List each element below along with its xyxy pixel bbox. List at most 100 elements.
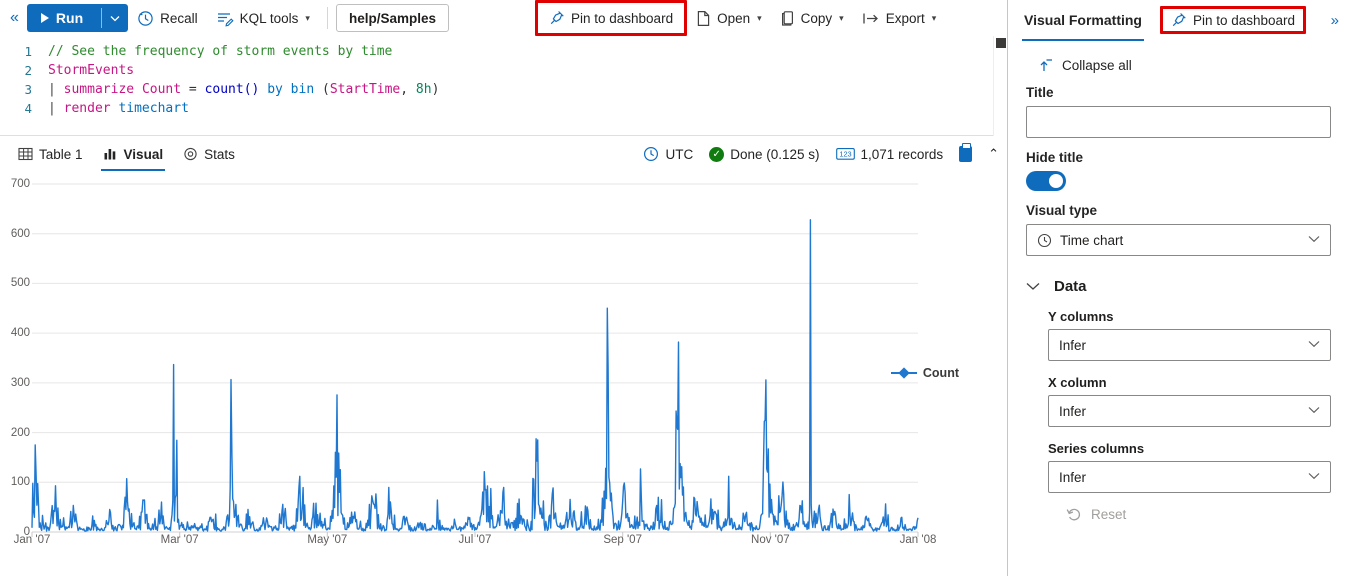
tab-table-1-label: Table 1 (39, 146, 83, 162)
collapse-left-icon[interactable]: « (6, 10, 25, 26)
x-column-select[interactable]: Infer (1048, 395, 1331, 427)
kql-tools-chevron-down-icon: ▾ (305, 12, 310, 23)
copy-chevron-down-icon: ▾ (839, 12, 844, 23)
toolbar-divider-1 (326, 7, 328, 29)
token-summarize: summarize (63, 82, 135, 97)
clipboard-icon[interactable] (959, 143, 973, 162)
recall-button[interactable]: Recall (128, 4, 207, 32)
play-icon (40, 13, 49, 23)
copy-icon (780, 10, 795, 27)
y-axis-tick-label: 300 (10, 376, 30, 389)
panel-body: Collapse all Title Hide title Visual typ… (1008, 40, 1349, 576)
chevron-down-icon (1308, 471, 1320, 483)
donut-chart-icon (183, 147, 198, 161)
panel-header: Visual Formatting Pin to dashboard » (1008, 0, 1349, 41)
line-number: 3 (24, 82, 32, 97)
x-column-label: X column (1048, 375, 1107, 390)
export-button[interactable]: Export ▾ (853, 4, 946, 32)
pin-to-dashboard-highlight: Pin to dashboard (535, 0, 688, 36)
code-line-4: | render timechart (48, 99, 1007, 118)
open-button[interactable]: Open ▾ (687, 4, 771, 32)
expand-panel-icon[interactable]: » (1331, 12, 1339, 29)
collapse-all-button[interactable]: Collapse all (1036, 58, 1331, 73)
record-count-label: 1,071 records (860, 146, 944, 162)
run-button[interactable]: Run (26, 4, 129, 32)
y-columns-select[interactable]: Infer (1048, 329, 1331, 361)
hide-title-label: Hide title (1026, 150, 1084, 165)
title-field-label: Title (1026, 85, 1054, 100)
number-badge-icon: 123 (835, 147, 855, 161)
token-bin-size: 8h (415, 82, 432, 97)
chevron-up-icon[interactable]: ⌃ (988, 146, 999, 162)
open-chevron-down-icon: ▾ (757, 12, 762, 23)
tab-table-1[interactable]: Table 1 (8, 137, 93, 171)
x-axis-tick-label: Nov '07 (751, 534, 790, 546)
token-count-col: Count (141, 82, 182, 97)
bar-chart-icon (103, 147, 118, 161)
run-button-main[interactable]: Run (27, 4, 101, 32)
visual-formatting-panel: Visual Formatting Pin to dashboard » Col… (1008, 0, 1349, 576)
hide-title-toggle[interactable] (1026, 171, 1066, 191)
code-line-3: | summarize Count = count() by bin (Star… (48, 80, 1007, 99)
clock-icon (1037, 233, 1052, 248)
query-editor[interactable]: 1 2 3 4 // See the frequency of storm ev… (0, 36, 1007, 136)
data-section-header[interactable]: Data (1026, 278, 1331, 295)
copy-button[interactable]: Copy ▾ (771, 4, 853, 32)
tab-stats[interactable]: Stats (173, 137, 245, 171)
query-status-label: Done (0.125 s) (730, 146, 820, 162)
y-axis-tick-label: 500 (10, 277, 30, 290)
editor-code[interactable]: // See the frequency of storm events by … (40, 36, 1007, 135)
reset-button[interactable]: Reset (1066, 507, 1331, 522)
query-pane: « Run Recall KQL tools ▾ help/Samples Pi… (0, 0, 1008, 576)
kql-tools-button[interactable]: KQL tools ▾ (207, 4, 319, 32)
y-axis-labels: 0 100 200 300 400 500 600 700 (0, 172, 30, 576)
query-toolbar: « Run Recall KQL tools ▾ help/Samples Pi… (0, 0, 1007, 36)
x-axis-tick-label: Jan '08 (899, 534, 937, 546)
results-status: UTC ✓ Done (0.125 s) 123 1,071 records ⌃ (643, 143, 999, 162)
file-open-icon (696, 10, 711, 27)
panel-pin-highlight: Pin to dashboard (1159, 6, 1307, 34)
y-axis-tick-label: 200 (10, 426, 30, 439)
panel-pin-to-dashboard-button[interactable]: Pin to dashboard (1165, 10, 1301, 30)
data-section-label: Data (1054, 278, 1087, 295)
samples-database-button[interactable]: help/Samples (335, 4, 449, 32)
run-dropdown-caret[interactable] (102, 4, 128, 32)
y-axis-tick-label: 100 (10, 476, 30, 489)
x-axis-labels: Jan '07 Mar '07 May '07 Jul '07 Sep '07 Nov '… (0, 532, 1008, 562)
token-count-fn: count() (204, 82, 260, 97)
chevron-down-icon (1308, 234, 1320, 246)
recall-label: Recall (160, 10, 198, 26)
undo-icon (1066, 507, 1082, 522)
y-axis-tick-label: 700 (10, 178, 30, 190)
visual-type-value: Time chart (1060, 232, 1124, 248)
y-axis-tick-label: 400 (10, 327, 30, 340)
token-by: by (267, 82, 283, 97)
x-column-value: Infer (1059, 403, 1087, 419)
collapse-all-label: Collapse all (1062, 58, 1132, 73)
tab-visual-formatting[interactable]: Visual Formatting (1022, 3, 1144, 41)
token-bin: bin (290, 82, 315, 97)
code-line-1: // See the frequency of storm events by … (48, 42, 1007, 61)
editor-gutter: 1 2 3 4 (0, 36, 40, 135)
data-section-body: Y columns Infer X column Infer Series co… (1048, 309, 1331, 493)
visual-type-select[interactable]: Time chart (1026, 224, 1331, 256)
token-render: render (63, 101, 111, 116)
series-columns-select[interactable]: Infer (1048, 461, 1331, 493)
kql-tools-icon (216, 10, 234, 27)
clock-icon (643, 146, 659, 162)
title-input[interactable] (1026, 106, 1331, 138)
pin-to-dashboard-button[interactable]: Pin to dashboard (540, 4, 682, 32)
export-label: Export (885, 10, 925, 26)
export-chevron-down-icon: ▾ (931, 12, 937, 23)
x-axis-tick-label: May '07 (307, 534, 348, 546)
y-columns-label: Y columns (1048, 309, 1114, 324)
token-equals: = (188, 82, 197, 97)
line-number: 4 (24, 101, 32, 116)
editor-scrollbar[interactable] (993, 36, 1007, 136)
editor-scrollbar-thumb[interactable] (995, 38, 1006, 48)
timezone-indicator[interactable]: UTC (643, 146, 693, 162)
token-comma: , (400, 82, 409, 97)
series-columns-value: Infer (1059, 469, 1087, 485)
tab-visual[interactable]: Visual (93, 137, 174, 171)
chevron-down-icon (1308, 339, 1320, 351)
